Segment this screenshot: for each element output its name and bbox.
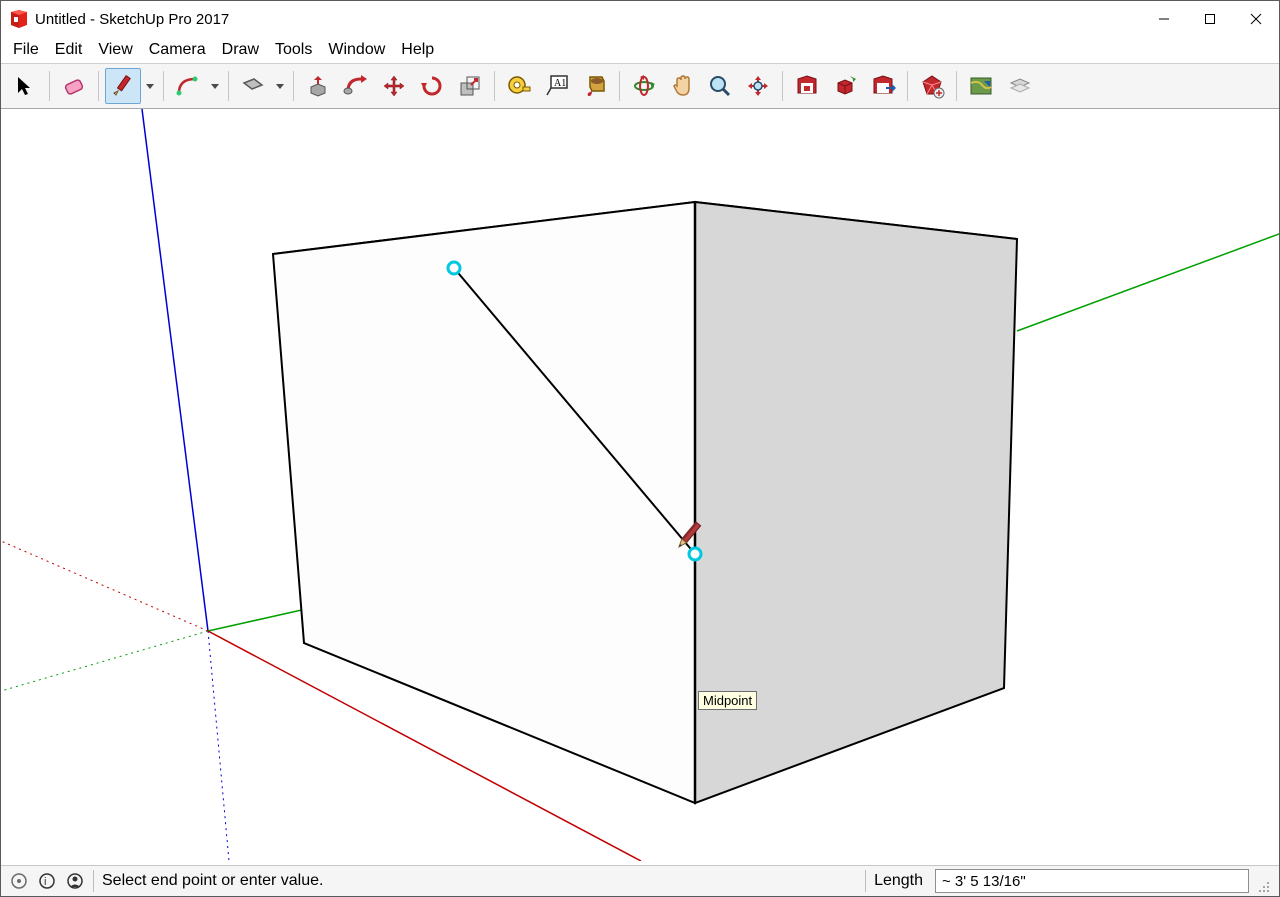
separator: [619, 71, 620, 101]
close-button[interactable]: [1233, 3, 1279, 35]
scene-canvas: [1, 109, 1279, 861]
eraser-tool[interactable]: [56, 68, 92, 104]
followme-icon: [343, 73, 369, 99]
geolocation-button[interactable]: [963, 68, 999, 104]
menu-window[interactable]: Window: [320, 39, 393, 61]
followme-tool[interactable]: [338, 68, 374, 104]
menu-edit[interactable]: Edit: [47, 39, 91, 61]
hand-icon: [669, 73, 695, 99]
warehouse-icon: [794, 73, 820, 99]
paint-tool[interactable]: [577, 68, 613, 104]
app-icon: [9, 9, 29, 29]
menu-bar: File Edit View Camera Draw Tools Window …: [1, 37, 1279, 63]
inference-tooltip: Midpoint: [698, 691, 757, 710]
geo-status-icon[interactable]: [9, 871, 29, 891]
layers-icon: [1006, 73, 1032, 99]
orbit-icon: [631, 73, 657, 99]
extension-warehouse-button[interactable]: [865, 68, 901, 104]
chevron-down-icon: [276, 84, 284, 89]
menu-draw[interactable]: Draw: [214, 39, 267, 61]
svg-text:A1: A1: [554, 78, 566, 89]
measurement-label: Length: [874, 872, 927, 890]
chevron-down-icon: [211, 84, 219, 89]
separator: [163, 71, 164, 101]
text-tool[interactable]: A1: [539, 68, 575, 104]
arc-dropdown[interactable]: [208, 69, 222, 103]
svg-text:i: i: [44, 876, 46, 888]
text-icon: A1: [544, 73, 570, 99]
pencil-icon: [110, 73, 136, 99]
minimize-button[interactable]: [1141, 3, 1187, 35]
pushpull-tool[interactable]: [300, 68, 336, 104]
pushpull-icon: [305, 73, 331, 99]
shape-dropdown[interactable]: [273, 69, 287, 103]
components-button[interactable]: [827, 68, 863, 104]
shape-tool[interactable]: [235, 68, 271, 104]
measurement-input[interactable]: [935, 869, 1249, 893]
menu-tools[interactable]: Tools: [267, 39, 320, 61]
select-tool[interactable]: [7, 68, 43, 104]
separator: [98, 71, 99, 101]
pan-tool[interactable]: [664, 68, 700, 104]
ext-warehouse-icon: [870, 73, 896, 99]
orbit-tool[interactable]: [626, 68, 662, 104]
arc-tool[interactable]: [170, 68, 206, 104]
arc-icon: [175, 73, 201, 99]
move-tool[interactable]: [376, 68, 412, 104]
viewport[interactable]: Midpoint: [1, 109, 1279, 866]
status-bar: i Select end point or enter value. Lengt…: [1, 866, 1279, 896]
scale-icon: [457, 73, 483, 99]
app-window: Untitled - SketchUp Pro 2017 File Edit V…: [0, 0, 1280, 897]
rotate-tool[interactable]: [414, 68, 450, 104]
ruby-icon: [919, 73, 945, 99]
tape-icon: [506, 73, 532, 99]
window-title: Untitled - SketchUp Pro 2017: [35, 11, 229, 28]
maximize-button[interactable]: [1187, 3, 1233, 35]
title-bar: Untitled - SketchUp Pro 2017: [1, 1, 1279, 37]
toolbar: A1: [1, 63, 1279, 109]
scale-tool[interactable]: [452, 68, 488, 104]
magnifier-icon: [707, 73, 733, 99]
zoom-extents-icon: [745, 73, 771, 99]
resize-grip-icon[interactable]: [1257, 880, 1271, 894]
cursor-icon: [13, 74, 37, 98]
menu-camera[interactable]: Camera: [141, 39, 214, 61]
zoom-tool[interactable]: [702, 68, 738, 104]
separator: [907, 71, 908, 101]
rectangle-icon: [240, 73, 266, 99]
credits-status-icon[interactable]: i: [37, 871, 57, 891]
profile-status-icon[interactable]: [65, 871, 85, 891]
layers-button[interactable]: [1001, 68, 1037, 104]
chevron-down-icon: [146, 84, 154, 89]
separator: [293, 71, 294, 101]
warehouse-button[interactable]: [789, 68, 825, 104]
components-icon: [832, 73, 858, 99]
menu-file[interactable]: File: [5, 39, 47, 61]
pencil-dropdown[interactable]: [143, 69, 157, 103]
separator: [49, 71, 50, 101]
menu-help[interactable]: Help: [393, 39, 442, 61]
eraser-icon: [61, 73, 87, 99]
separator: [93, 870, 94, 892]
zoom-extents-tool[interactable]: [740, 68, 776, 104]
separator: [865, 870, 866, 892]
separator: [956, 71, 957, 101]
move-icon: [381, 73, 407, 99]
tape-tool[interactable]: [501, 68, 537, 104]
menu-view[interactable]: View: [90, 39, 140, 61]
pencil-tool[interactable]: [105, 68, 141, 104]
separator: [228, 71, 229, 101]
rotate-icon: [419, 73, 445, 99]
extension-manager-button[interactable]: [914, 68, 950, 104]
separator: [782, 71, 783, 101]
geo-icon: [968, 73, 994, 99]
paint-icon: [582, 73, 608, 99]
separator: [494, 71, 495, 101]
status-message: Select end point or enter value.: [102, 872, 323, 890]
